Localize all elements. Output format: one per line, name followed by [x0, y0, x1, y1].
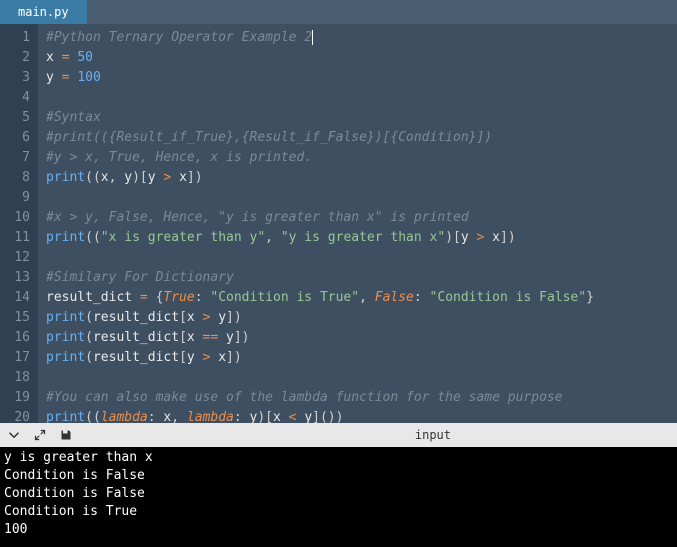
tab-bar: main.py	[0, 0, 677, 24]
line-number: 2	[4, 48, 30, 68]
line-number: 13	[4, 268, 30, 288]
line-number: 4	[4, 88, 30, 108]
code-line[interactable]: print(result_dict[x > y])	[46, 308, 669, 328]
chevron-down-icon[interactable]	[6, 427, 22, 443]
code-line[interactable]: #Python Ternary Operator Example 2	[46, 28, 669, 48]
code-line[interactable]: print(("x is greater than y", "y is grea…	[46, 228, 669, 248]
line-number: 9	[4, 188, 30, 208]
line-number: 19	[4, 388, 30, 408]
tab-label: main.py	[18, 5, 69, 19]
line-number: 12	[4, 248, 30, 268]
line-number: 11	[4, 228, 30, 248]
console-output: y is greater than xCondition is FalseCon…	[0, 447, 677, 547]
code-line[interactable]: #print(({Result_if_True},{Result_if_Fals…	[46, 128, 669, 148]
code-line[interactable]: print(result_dict[x == y])	[46, 328, 669, 348]
line-number: 1	[4, 28, 30, 48]
console-toolbar: input	[0, 423, 677, 447]
code-line[interactable]	[46, 248, 669, 268]
code-line[interactable]	[46, 88, 669, 108]
line-number: 16	[4, 328, 30, 348]
code-line[interactable]: y = 100	[46, 68, 669, 88]
code-line[interactable]: print(result_dict[y > x])	[46, 348, 669, 368]
code-line[interactable]: result_dict = {True: "Condition is True"…	[46, 288, 669, 308]
code-line[interactable]: #y > x, True, Hence, x is printed.	[46, 148, 669, 168]
code-line[interactable]: #Similary For Dictionary	[46, 268, 669, 288]
code-line[interactable]: #x > y, False, Hence, "y is greater than…	[46, 208, 669, 228]
console-line: Condition is False	[4, 485, 673, 503]
line-number: 8	[4, 168, 30, 188]
tab-main-py[interactable]: main.py	[0, 0, 87, 24]
line-number: 18	[4, 368, 30, 388]
line-number: 5	[4, 108, 30, 128]
line-number: 15	[4, 308, 30, 328]
console-line: Condition is False	[4, 467, 673, 485]
code-line[interactable]: x = 50	[46, 48, 669, 68]
input-label: input	[415, 428, 671, 442]
console-line: Condition is True	[4, 503, 673, 521]
code-line[interactable]: print((x, y)[y > x])	[46, 168, 669, 188]
line-number: 6	[4, 128, 30, 148]
line-number: 14	[4, 288, 30, 308]
code-line[interactable]	[46, 368, 669, 388]
line-number: 10	[4, 208, 30, 228]
console-line: y is greater than x	[4, 449, 673, 467]
console-line: 100	[4, 521, 673, 539]
expand-icon[interactable]	[32, 427, 48, 443]
code-line[interactable]: print((lambda: x, lambda: y)[x < y]())	[46, 408, 669, 423]
line-number: 3	[4, 68, 30, 88]
line-number: 20	[4, 408, 30, 423]
code-line[interactable]	[46, 188, 669, 208]
line-number: 17	[4, 348, 30, 368]
code-editor[interactable]: 1234567891011121314151617181920 #Python …	[0, 24, 677, 423]
line-number: 7	[4, 148, 30, 168]
code-line[interactable]: #Syntax	[46, 108, 669, 128]
save-icon[interactable]	[58, 427, 74, 443]
code-line[interactable]: #You can also make use of the lambda fun…	[46, 388, 669, 408]
line-number-gutter: 1234567891011121314151617181920	[0, 24, 38, 423]
code-area[interactable]: #Python Ternary Operator Example 2x = 50…	[38, 24, 677, 423]
